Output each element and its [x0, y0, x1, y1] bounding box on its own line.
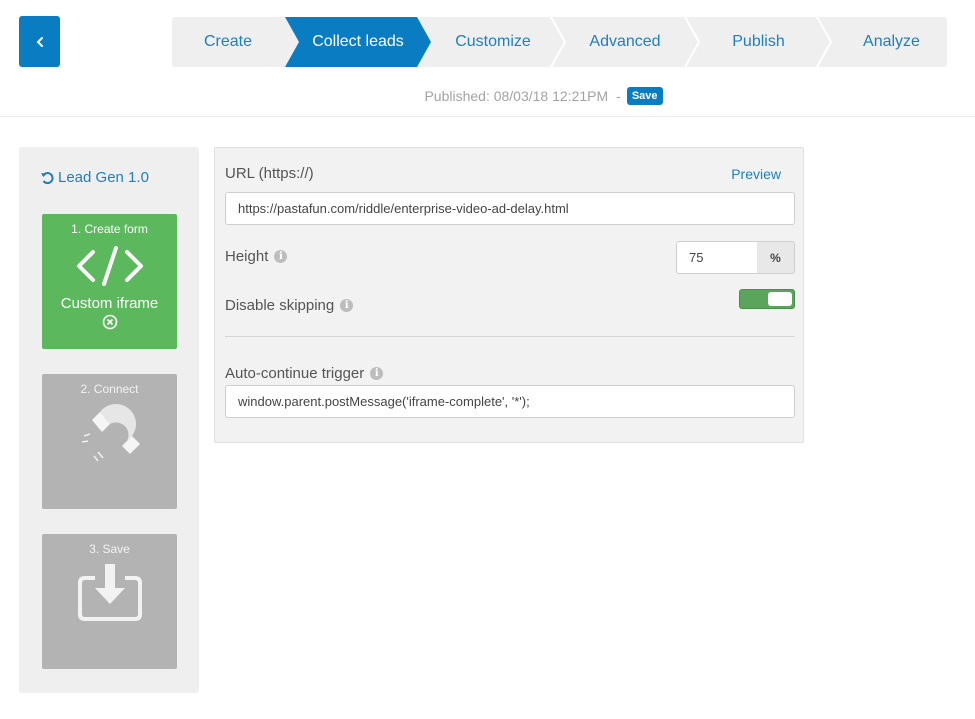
disable-skipping-label-text: Disable skipping	[225, 297, 335, 314]
undo-icon	[41, 171, 54, 184]
trigger-label: Auto-continue trigger i	[225, 365, 384, 382]
step-create-label: Create	[203, 33, 253, 50]
height-label: Height i	[225, 248, 288, 265]
step-publish-label: Publish	[732, 33, 785, 50]
header-divider	[0, 116, 975, 117]
trigger-label-text: Auto-continue trigger	[225, 365, 365, 382]
disable-skipping-label: Disable skipping i	[225, 297, 354, 314]
toggle-knob	[768, 292, 792, 306]
height-label-text: Height	[225, 248, 269, 265]
card-connect-title: 2. Connect	[80, 382, 139, 396]
card-create-form-title: 1. Create form	[71, 222, 148, 236]
download-icon	[77, 564, 142, 621]
url-label-text: URL (https://)	[225, 165, 314, 182]
card-save-title: 3. Save	[89, 542, 130, 556]
step-advanced-label: Advanced	[589, 33, 661, 50]
info-icon[interactable]: i	[274, 250, 288, 263]
info-icon[interactable]: i	[370, 367, 384, 380]
card-save[interactable]: 3. Save	[42, 534, 177, 669]
save-button[interactable]: Save	[626, 87, 663, 105]
step-customize[interactable]: Customize	[430, 17, 556, 67]
step-analyze[interactable]: Analyze	[824, 17, 959, 67]
iframe-settings-panel: URL (https://) Preview https://pastafun.…	[214, 147, 804, 443]
magnet-icon	[81, 404, 140, 462]
step-separator	[816, 17, 832, 67]
disable-skipping-toggle[interactable]	[739, 289, 795, 309]
height-input[interactable]: 75	[676, 241, 758, 274]
url-label: URL (https://)	[225, 165, 314, 182]
url-input[interactable]: https://pastafun.com/riddle/enterprise-v…	[225, 192, 795, 225]
step-collect-leads-label: Collect leads	[312, 33, 404, 50]
preview-link[interactable]: Preview	[731, 166, 781, 182]
code-icon	[76, 246, 143, 286]
trigger-input[interactable]: window.parent.postMessage('iframe-comple…	[225, 385, 795, 418]
section-divider	[225, 336, 795, 337]
step-create[interactable]: Create	[172, 17, 284, 67]
card-create-form-label: Custom iframe	[60, 295, 159, 312]
back-button[interactable]	[19, 16, 60, 67]
lead-gen-label: Lead Gen 1.0	[58, 169, 149, 186]
step-advanced[interactable]: Advanced	[556, 17, 694, 67]
height-unit: %	[757, 241, 795, 274]
lead-gen-link[interactable]: Lead Gen 1.0	[40, 169, 149, 186]
card-create-form[interactable]: 1. Create form Custom iframe	[42, 214, 177, 349]
step-separator	[684, 17, 700, 67]
step-publish[interactable]: Publish	[692, 17, 825, 67]
info-icon[interactable]: i	[340, 299, 354, 312]
status-separator: -	[616, 88, 621, 104]
chevron-left-icon	[36, 36, 43, 47]
card-connect[interactable]: 2. Connect	[42, 374, 177, 509]
step-analyze-label: Analyze	[863, 33, 920, 50]
step-collect-leads[interactable]: Collect leads	[285, 17, 431, 67]
publish-status: Published: 08/03/18 12:21PM - Save	[0, 86, 975, 106]
close-circle-icon[interactable]	[102, 314, 118, 330]
step-customize-label: Customize	[455, 33, 531, 50]
published-timestamp: Published: 08/03/18 12:21PM	[424, 88, 609, 104]
sidebar: Lead Gen 1.0 1. Create form Custom ifram…	[19, 147, 199, 693]
step-separator	[550, 17, 566, 67]
wizard-steps: Create Collect leads Customize Advanced …	[172, 17, 947, 67]
